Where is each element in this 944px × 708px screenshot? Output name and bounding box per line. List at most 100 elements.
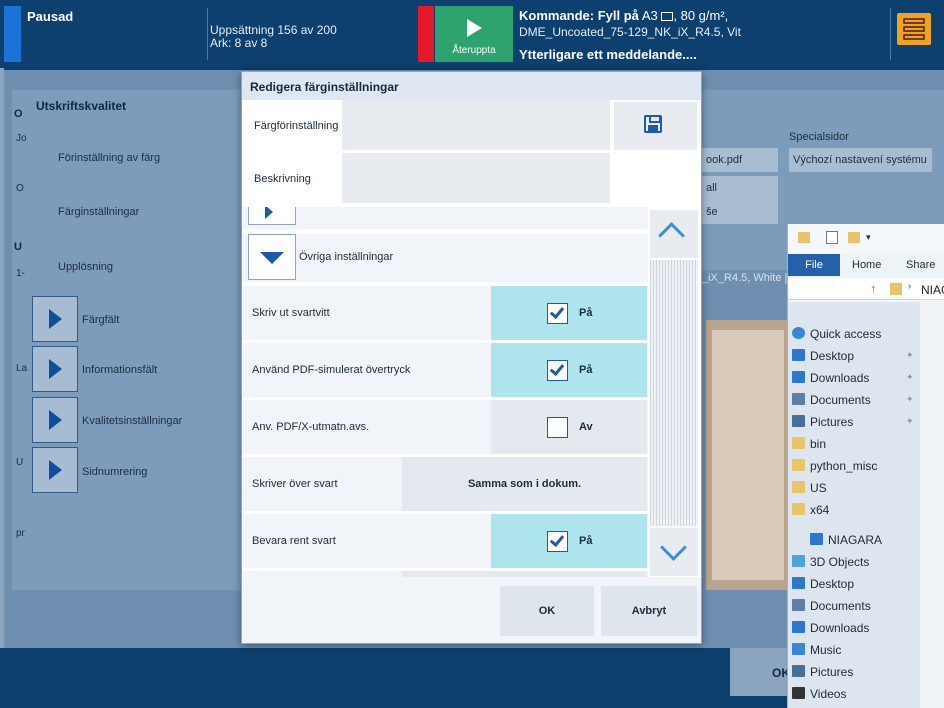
- nav-item[interactable]: Desktop: [792, 577, 855, 591]
- nav-item[interactable]: Documents ✦: [792, 393, 914, 407]
- preset-input[interactable]: [342, 100, 610, 150]
- checkbox[interactable]: [547, 360, 568, 381]
- checkbox[interactable]: [547, 531, 568, 552]
- resume-button[interactable]: Återuppta: [435, 6, 513, 62]
- toggle-value: På: [579, 307, 593, 319]
- nav-label: Downloads: [810, 621, 870, 635]
- setting-label: Skriv ut svartvitt: [252, 307, 330, 319]
- expand-icon: [32, 447, 78, 493]
- collapse-button[interactable]: [248, 234, 296, 280]
- scroll-up-icon[interactable]: [650, 210, 698, 258]
- ok-button[interactable]: OK: [500, 586, 594, 636]
- settings-scroll-area[interactable]: Övriga inställningar Skriv ut svartvitt …: [242, 207, 650, 577]
- cancel-button[interactable]: Avbryt: [601, 586, 697, 636]
- nav-label: Music: [810, 643, 842, 657]
- nav-item[interactable]: Videos: [792, 687, 846, 701]
- music-icon: [792, 643, 805, 655]
- more-messages-link[interactable]: Ytterligare ett meddelande....: [519, 47, 697, 62]
- scroll-down-icon[interactable]: [650, 528, 698, 576]
- nav-item[interactable]: bin: [792, 437, 826, 451]
- nav-item[interactable]: Desktop ✦: [792, 349, 914, 363]
- command-media-name: DME_Uncoated_75-129_NK_iX_R4.5, Vit: [519, 25, 741, 39]
- setting-row: Skriver över svart Samma som i dokum.: [242, 457, 648, 511]
- nav-item[interactable]: Music: [792, 643, 842, 657]
- nav-label: Documents: [810, 393, 871, 407]
- left-edge: [0, 68, 4, 648]
- section-label: Övriga inställningar: [299, 251, 394, 263]
- command-message: Kommande: Fyll på A3 , 80 g/m²,: [519, 8, 728, 23]
- nav-item[interactable]: Pictures ✦: [792, 415, 914, 429]
- nav-item[interactable]: x64: [792, 503, 830, 517]
- star-icon: [792, 327, 805, 339]
- bg-letter: U: [16, 457, 24, 468]
- section-other-settings[interactable]: Övriga inställningar: [242, 234, 648, 282]
- 3d-objects-icon: [792, 555, 805, 567]
- divider: [207, 8, 208, 60]
- properties-icon[interactable]: [826, 231, 838, 244]
- nav-item[interactable]: Downloads: [792, 621, 870, 635]
- new-folder-icon[interactable]: [848, 232, 860, 243]
- nav-label: Quick access: [810, 327, 882, 341]
- description-input[interactable]: [342, 153, 610, 203]
- nav-item[interactable]: Pictures: [792, 665, 853, 679]
- print-grayscale-toggle[interactable]: På: [491, 286, 647, 340]
- nav-item[interactable]: US: [792, 481, 827, 495]
- job-progress-sets: Uppsättning 156 av 200: [210, 23, 337, 37]
- bg-letter: pr: [16, 528, 25, 539]
- dialog-scrollbar[interactable]: [650, 210, 698, 578]
- bg-letter: O: [16, 183, 24, 194]
- nav-item[interactable]: 3D Objects: [792, 555, 870, 569]
- scroll-track[interactable]: [650, 260, 698, 526]
- bg-ok-button: OK: [730, 648, 790, 696]
- checkmark-icon: [549, 360, 565, 377]
- checkbox[interactable]: [547, 303, 568, 324]
- collapse-icon: [260, 252, 284, 264]
- checkmark-icon: [549, 303, 565, 320]
- nav-item[interactable]: Documents: [792, 599, 871, 613]
- menu-icon-bar: [903, 26, 925, 32]
- nav-item[interactable]: python_misc: [792, 459, 877, 473]
- nav-label: Downloads: [810, 371, 870, 385]
- tab-home[interactable]: Home: [852, 259, 881, 271]
- collapsed-row: [242, 207, 648, 229]
- pdf-overprint-toggle[interactable]: På: [491, 343, 647, 397]
- nav-label: x64: [810, 503, 830, 517]
- setting-label: Använd PDF-simulerat övertryck: [252, 364, 411, 376]
- folder-icon: [890, 283, 902, 295]
- preserve-pure-black-toggle[interactable]: På: [491, 514, 647, 568]
- save-icon: [644, 115, 662, 133]
- nav-quick-access[interactable]: Quick access: [792, 327, 882, 341]
- bg-field: all: [702, 176, 778, 200]
- nav-label: Documents: [810, 599, 871, 613]
- pdfx-output-intent-toggle[interactable]: Av: [491, 400, 647, 454]
- nav-item[interactable]: Downloads ✦: [792, 371, 914, 385]
- pin-icon: ✦: [906, 394, 914, 404]
- bg-expander-label: Kvalitetsinställningar: [82, 415, 183, 427]
- bg-letter: U: [14, 241, 22, 253]
- checkmark-icon: [549, 531, 565, 548]
- status-indicator: [4, 6, 21, 62]
- overprint-black-select[interactable]: Samma som i dokum.: [402, 457, 647, 511]
- dropdown-icon[interactable]: ▾: [866, 232, 871, 243]
- menu-icon[interactable]: [897, 13, 931, 45]
- address-path[interactable]: NIAGA: [921, 283, 944, 297]
- toggle-value: Av: [579, 421, 593, 433]
- nav-label: Desktop: [810, 349, 855, 363]
- pin-icon: ✦: [906, 372, 914, 382]
- pictures-icon: [792, 665, 805, 677]
- up-arrow-icon[interactable]: ↑: [870, 281, 877, 296]
- toggle-value: På: [579, 535, 593, 547]
- tab-share[interactable]: Share: [906, 259, 935, 271]
- resume-label: Återuppta: [452, 45, 496, 56]
- nav-label: 3D Objects: [810, 555, 870, 569]
- toggle-value: På: [579, 364, 593, 376]
- expander-button[interactable]: [248, 207, 296, 225]
- tab-file[interactable]: File: [788, 254, 840, 276]
- nav-label: Desktop: [810, 577, 855, 591]
- command-media: A3: [641, 8, 658, 23]
- checkbox[interactable]: [547, 417, 568, 438]
- navigation-scrollbar[interactable]: [920, 302, 944, 708]
- folder-icon[interactable]: [798, 232, 810, 243]
- pin-icon: ✦: [906, 350, 914, 360]
- nav-this-pc[interactable]: NIAGARA: [810, 533, 882, 547]
